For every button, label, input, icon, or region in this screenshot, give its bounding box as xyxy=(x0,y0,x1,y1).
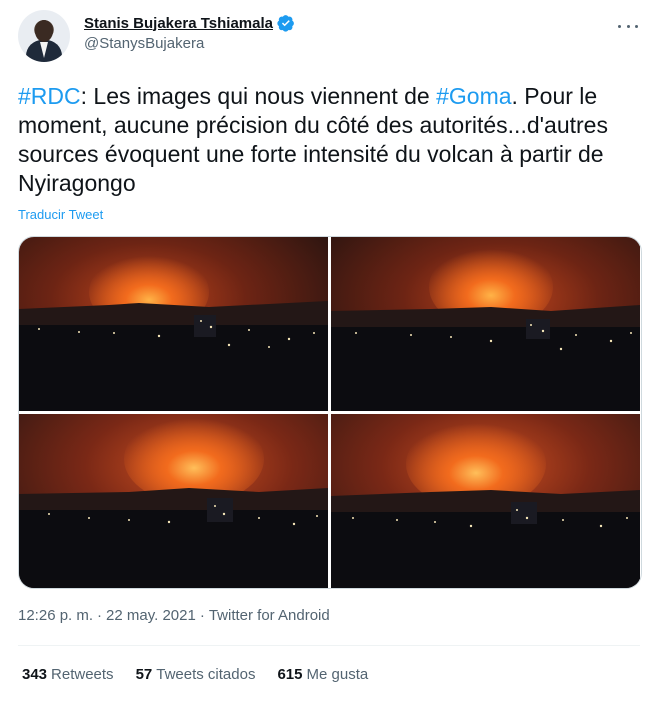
tweet-source[interactable]: Twitter for Android xyxy=(209,607,330,624)
tweet-date[interactable]: 22 may. 2021 xyxy=(106,607,196,624)
media-grid xyxy=(18,236,642,589)
more-options-icon[interactable] xyxy=(618,16,638,36)
tweet-text-segment: : Les images qui nous viennent de xyxy=(80,83,437,109)
volcano-night-photo xyxy=(19,237,328,411)
retweets-label: Retweets xyxy=(51,666,114,683)
divider xyxy=(18,645,640,646)
author-name-row: Stanis Bujakera Tshiamala xyxy=(84,14,295,32)
tweet-text: #RDC: Les images qui nous viennent de #G… xyxy=(18,82,640,198)
likes-stat[interactable]: 615 Me gusta xyxy=(277,666,368,683)
quotes-count: 57 xyxy=(135,666,153,683)
volcano-night-photo xyxy=(331,237,640,411)
media-photo-3[interactable] xyxy=(19,414,328,588)
media-photo-1[interactable] xyxy=(19,237,328,411)
verified-badge-icon xyxy=(277,15,294,32)
media-photo-4[interactable] xyxy=(331,414,640,588)
hashtag-goma[interactable]: #Goma xyxy=(436,83,511,109)
translate-tweet-link[interactable]: Traducir Tweet xyxy=(18,207,103,222)
likes-count: 615 xyxy=(277,666,303,683)
tweet-meta: 12:26 p. m. · 22 may. 2021 · Twitter for And… xyxy=(18,607,330,624)
retweets-count: 343 xyxy=(22,666,48,683)
author-block: Stanis Bujakera Tshiamala @StanysBujaker… xyxy=(84,14,295,52)
media-photo-2[interactable] xyxy=(331,237,640,411)
hashtag-rdc[interactable]: #RDC xyxy=(18,83,81,109)
avatar[interactable] xyxy=(18,10,70,62)
tweet-card: Stanis Bujakera Tshiamala @StanysBujaker… xyxy=(0,0,656,707)
likes-label: Me gusta xyxy=(306,666,369,683)
volcano-night-photo xyxy=(331,414,640,588)
meta-separator: · xyxy=(97,607,103,624)
quote-tweets-stat[interactable]: 57 Tweets citados xyxy=(136,666,256,683)
meta-separator: · xyxy=(199,607,205,624)
tweet-stats: 343 Retweets 57 Tweets citados 615 Me gusta xyxy=(22,666,368,683)
author-handle[interactable]: @StanysBujakera xyxy=(84,35,295,52)
quotes-label: Tweets citados xyxy=(156,666,256,683)
volcano-night-photo xyxy=(19,414,328,588)
tweet-time[interactable]: 12:26 p. m. xyxy=(18,607,93,624)
avatar-face xyxy=(35,20,53,42)
retweets-stat[interactable]: 343 Retweets xyxy=(22,666,114,683)
author-display-name[interactable]: Stanis Bujakera Tshiamala xyxy=(84,15,273,32)
